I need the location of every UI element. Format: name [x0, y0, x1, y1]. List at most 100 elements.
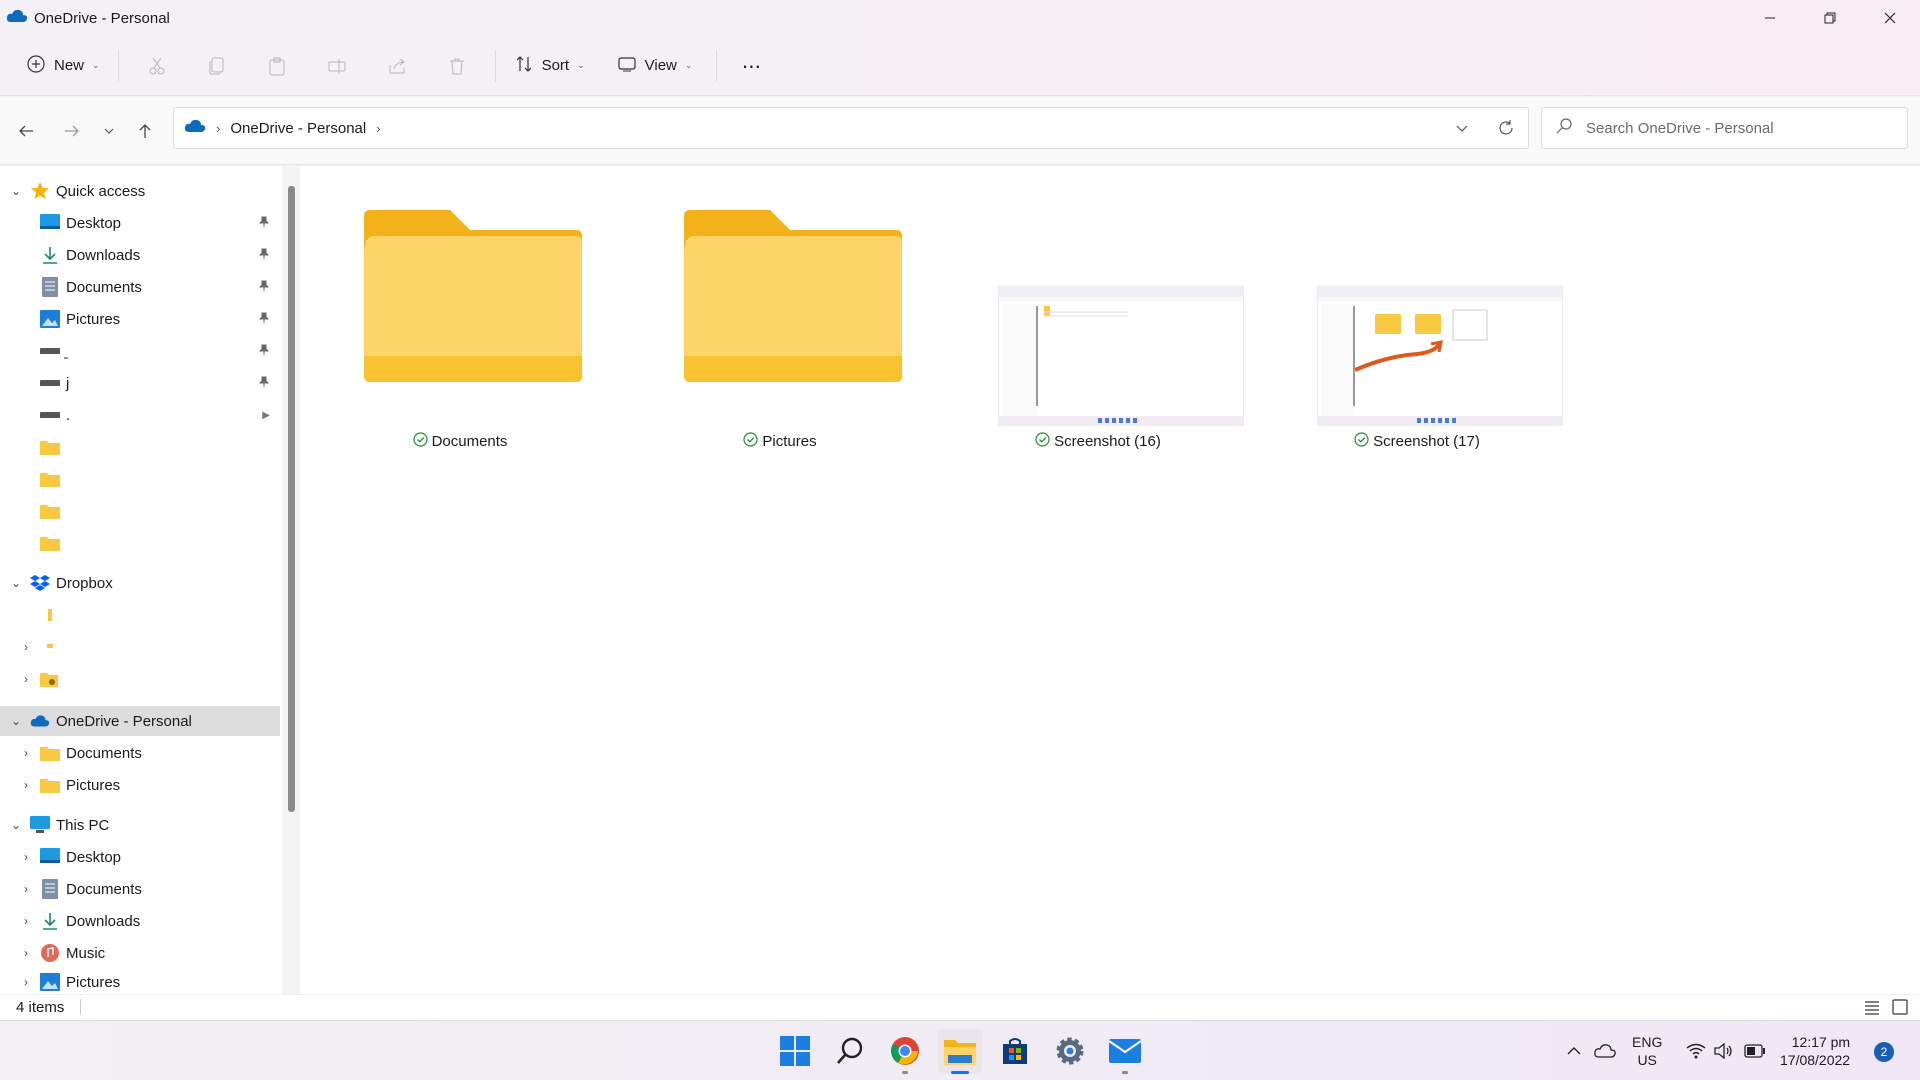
settings-gear-icon[interactable]	[1048, 1029, 1092, 1073]
image-tile-screenshot-17[interactable]: Screenshot (17)	[1292, 166, 1564, 450]
nav-pc-pictures[interactable]: › Pictures	[0, 970, 280, 994]
back-arrow-icon[interactable]	[9, 114, 43, 148]
nav-quick-folder[interactable]	[0, 432, 280, 462]
close-button[interactable]	[1860, 0, 1920, 36]
new-button[interactable]: New ⌄	[16, 46, 110, 86]
cut-icon[interactable]	[137, 46, 177, 86]
document-icon	[40, 277, 60, 297]
view-label: View	[644, 57, 677, 74]
chevron-right-icon[interactable]: ›	[18, 946, 34, 960]
sort-button[interactable]: Sort ⌄	[504, 46, 595, 86]
delete-icon[interactable]	[437, 46, 477, 86]
address-box[interactable]: › OneDrive - Personal ›	[173, 107, 1529, 149]
show-hidden-icons-chevron-icon[interactable]	[1566, 1021, 1582, 1080]
nav-dropbox-item[interactable]: ›	[0, 664, 280, 694]
chevron-right-icon[interactable]: ›	[18, 850, 34, 864]
nav-pc-music[interactable]: › Music	[0, 938, 280, 968]
nav-quick-access[interactable]: ⌄ Quick access	[0, 176, 280, 206]
windows-start-icon[interactable]	[773, 1029, 817, 1073]
chevron-right-icon[interactable]: ›	[18, 640, 34, 654]
nav-dropbox-item[interactable]	[0, 600, 280, 630]
clock[interactable]: 12:17 pm 17/08/2022	[1780, 1033, 1850, 1069]
chevron-right-icon[interactable]: ›	[18, 778, 34, 792]
nav-onedrive-pictures[interactable]: › Pictures	[0, 770, 280, 800]
share-icon[interactable]	[377, 46, 417, 86]
nav-quick-pictures[interactable]: Pictures	[0, 304, 280, 334]
folder-icon	[40, 775, 60, 795]
chevron-right-icon[interactable]: ›	[18, 882, 34, 896]
search-icon	[1556, 118, 1572, 138]
recent-locations-chevron-icon[interactable]	[92, 114, 126, 148]
plus-circle-icon	[26, 54, 46, 78]
volume-icon[interactable]	[1714, 1021, 1734, 1080]
battery-icon[interactable]	[1744, 1021, 1766, 1080]
pin-icon	[258, 279, 270, 296]
folder-icon	[40, 469, 60, 489]
drive-icon	[40, 373, 60, 393]
folder-icon	[40, 501, 60, 521]
nav-quick-downloads[interactable]: Downloads	[0, 240, 280, 270]
language-indicator[interactable]: ENG US	[1632, 1033, 1662, 1069]
nav-onedrive-personal[interactable]: ⌄ OneDrive - Personal	[0, 706, 280, 736]
chevron-down-icon[interactable]: ⌄	[8, 184, 24, 198]
paste-icon[interactable]	[257, 46, 297, 86]
nav-quick-folder[interactable]	[0, 528, 280, 558]
nav-pc-desktop[interactable]: › Desktop	[0, 842, 280, 872]
address-dropdown-icon[interactable]	[1440, 108, 1484, 148]
nav-quick-drive-3[interactable]: . ▶	[0, 400, 280, 430]
nav-pc-downloads[interactable]: › Downloads	[0, 906, 280, 936]
nav-quick-folder[interactable]	[0, 496, 280, 526]
image-tile-screenshot-16[interactable]: Screenshot (16)	[973, 166, 1245, 450]
notification-badge[interactable]: 2	[1874, 1042, 1894, 1062]
nav-dropbox[interactable]: ⌄ Dropbox	[0, 568, 280, 598]
folder-tile-pictures[interactable]: Pictures	[655, 166, 905, 450]
chevron-down-icon[interactable]: ⌄	[8, 818, 24, 832]
forward-arrow-icon[interactable]	[55, 114, 89, 148]
nav-quick-drive-2[interactable]: j	[0, 368, 280, 398]
refresh-icon[interactable]	[1484, 108, 1528, 148]
view-monitor-icon	[617, 54, 637, 78]
nav-pc-documents[interactable]: › Documents	[0, 874, 280, 904]
chevron-right-icon[interactable]: ›	[18, 914, 34, 928]
details-view-icon[interactable]	[1864, 999, 1880, 1019]
nav-quick-desktop[interactable]: Desktop	[0, 208, 280, 238]
chevron-down-icon[interactable]: ⌄	[8, 714, 24, 728]
taskbar-search-icon[interactable]	[828, 1029, 872, 1073]
nav-quick-folder[interactable]	[0, 464, 280, 494]
mail-icon[interactable]	[1103, 1029, 1147, 1074]
minimize-button[interactable]	[1740, 0, 1800, 36]
chrome-icon[interactable]	[883, 1029, 927, 1074]
search-input[interactable]: Search OneDrive - Personal	[1541, 107, 1908, 149]
nav-dropbox-item[interactable]: ›	[0, 632, 280, 662]
wifi-icon[interactable]	[1686, 1021, 1706, 1080]
region-code: US	[1637, 1052, 1657, 1068]
tiles-view-icon[interactable]	[1892, 999, 1908, 1019]
onedrive-cloud-icon	[6, 8, 28, 28]
chevron-right-icon[interactable]: ›	[18, 746, 34, 760]
sidebar-scrollbar-thumb[interactable]	[288, 186, 295, 812]
drive-icon	[40, 405, 60, 425]
up-arrow-icon[interactable]	[128, 114, 162, 148]
more-options-button[interactable]: ···	[731, 46, 770, 86]
active-indicator	[951, 1071, 969, 1074]
file-explorer-icon[interactable]	[938, 1029, 982, 1074]
chevron-right-icon[interactable]: ›	[18, 672, 34, 686]
chevron-right-icon[interactable]: ›	[18, 975, 34, 989]
nav-quick-drive-1[interactable]: ̱	[0, 336, 280, 366]
nav-onedrive-documents[interactable]: › Documents	[0, 738, 280, 768]
folder-tile-documents[interactable]: Documents	[335, 166, 585, 450]
pictures-icon	[40, 972, 60, 992]
restore-button[interactable]	[1800, 0, 1860, 36]
breadcrumb-onedrive[interactable]: OneDrive - Personal	[230, 120, 366, 137]
nav-quick-documents[interactable]: Documents	[0, 272, 280, 302]
breadcrumb-chevron-icon[interactable]: ›	[376, 121, 380, 136]
nav-label: Desktop	[66, 848, 122, 866]
chevron-down-icon[interactable]: ⌄	[8, 576, 24, 590]
copy-icon[interactable]	[197, 46, 237, 86]
microsoft-store-icon[interactable]	[993, 1029, 1037, 1073]
onedrive-tray-icon[interactable]	[1594, 1021, 1616, 1080]
nav-this-pc[interactable]: ⌄ This PC	[0, 810, 280, 840]
rename-icon[interactable]	[317, 46, 357, 86]
view-button[interactable]: View ⌄	[607, 46, 703, 86]
command-bar: New ⌄ Sort ⌄ View ⌄ ···	[0, 36, 1920, 96]
